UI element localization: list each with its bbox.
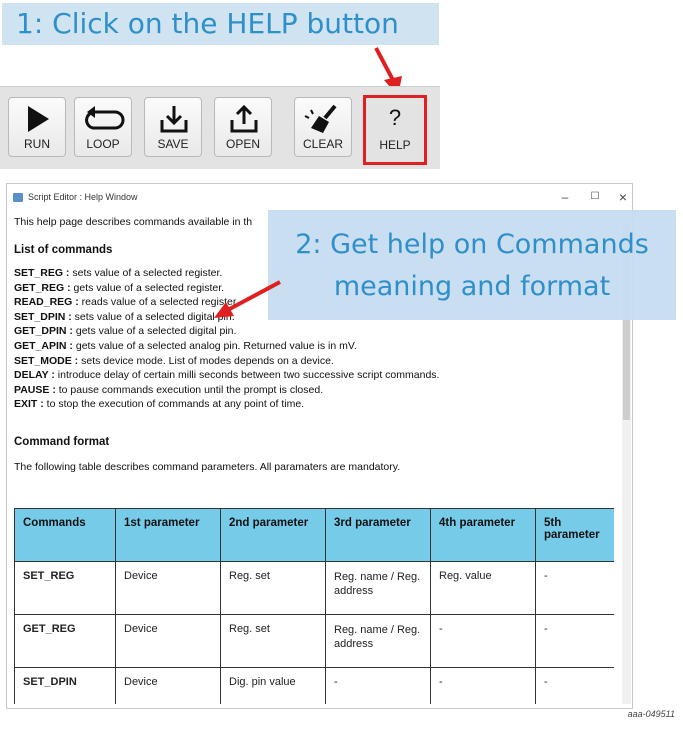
header-4th: 4th parameter xyxy=(430,508,536,562)
loop-button[interactable]: LOOP xyxy=(74,97,132,157)
list-title: List of commands xyxy=(14,244,113,256)
command-item: PAUSE : to pause commands execution unti… xyxy=(14,383,324,396)
run-button[interactable]: RUN xyxy=(8,97,66,157)
loop-icon xyxy=(85,106,125,130)
cell: Reg. set xyxy=(220,614,326,668)
command-item: DELAY : introduce delay of certain milli… xyxy=(14,369,440,382)
cell: Device xyxy=(115,561,221,615)
clear-button[interactable]: CLEAR xyxy=(294,97,352,157)
close-button[interactable]: × xyxy=(613,189,633,205)
step2-banner: 2: Get help on Commands meaning and form… xyxy=(268,210,676,320)
cell: Device xyxy=(115,614,221,668)
cell: Reg. name / Reg. address xyxy=(325,561,431,615)
cell: - xyxy=(325,667,431,704)
maximize-button[interactable]: ☐ xyxy=(585,189,605,205)
cell: - xyxy=(430,667,536,704)
window-titlebar: Script Editor : Help Window – ☐ × xyxy=(7,184,632,212)
step2-line1: 2: Get help on Commands xyxy=(295,229,649,260)
cell: - xyxy=(535,614,614,668)
command-item: SET_MODE : sets device mode. List of mod… xyxy=(14,354,334,367)
cell: Dig. pin value xyxy=(220,667,326,704)
cell: SET_DPIN xyxy=(14,667,116,704)
cell: SET_REG xyxy=(14,561,116,615)
cell: - xyxy=(430,614,536,668)
save-label: SAVE xyxy=(157,137,189,151)
cell: Device xyxy=(115,667,221,704)
save-button[interactable]: SAVE xyxy=(144,97,202,157)
step2-line2: meaning and format xyxy=(333,271,611,302)
command-item: EXIT : to stop the execution of commands… xyxy=(14,398,305,411)
table-row: SET_DPIN Device Dig. pin value - - - xyxy=(14,667,614,704)
minimize-button[interactable]: – xyxy=(555,189,575,205)
cell: Reg. value xyxy=(430,561,536,615)
table-row: SET_REG Device Reg. set Reg. name / Reg.… xyxy=(14,561,614,615)
open-button[interactable]: OPEN xyxy=(214,97,272,157)
clear-label: CLEAR xyxy=(302,137,343,151)
header-commands: Commands xyxy=(14,508,116,562)
step1-banner: 1: Click on the HELP button xyxy=(2,3,439,45)
cell: - xyxy=(535,667,614,704)
command-item: GET_DPIN : gets value of a selected digi… xyxy=(14,325,237,338)
open-label: OPEN xyxy=(225,137,260,151)
header-1st: 1st parameter xyxy=(115,508,221,562)
cell: Reg. name / Reg. address xyxy=(325,614,431,668)
cell: - xyxy=(535,561,614,615)
save-icon xyxy=(160,106,188,133)
help-highlight-box xyxy=(363,95,427,165)
run-label: RUN xyxy=(24,137,50,151)
command-item: GET_APIN : gets value of a selected anal… xyxy=(14,339,357,352)
header-3rd: 3rd parameter xyxy=(325,508,431,562)
figure-id: aaa-049511 xyxy=(627,709,675,719)
cell: GET_REG xyxy=(14,614,116,668)
command-format-desc: The following table describes command pa… xyxy=(14,461,401,473)
command-parameter-table: Commands 1st parameter 2nd parameter 3rd… xyxy=(14,508,614,704)
open-icon xyxy=(230,104,258,133)
cell: Reg. set xyxy=(220,561,326,615)
arrow-to-commands-icon xyxy=(214,280,281,318)
broom-icon xyxy=(304,104,337,133)
command-format-title: Command format xyxy=(14,436,110,448)
loop-label: LOOP xyxy=(86,137,120,151)
table-header-row: Commands 1st parameter 2nd parameter 3rd… xyxy=(14,508,614,562)
header-2nd: 2nd parameter xyxy=(220,508,326,562)
play-icon xyxy=(28,106,49,132)
header-5th: 5th parameter xyxy=(535,508,614,562)
window-title: Script Editor : Help Window xyxy=(28,192,138,202)
help-intro: This help page describes commands availa… xyxy=(14,216,253,228)
table-row: GET_REG Device Reg. set Reg. name / Reg.… xyxy=(14,614,614,668)
app-icon xyxy=(13,193,23,202)
